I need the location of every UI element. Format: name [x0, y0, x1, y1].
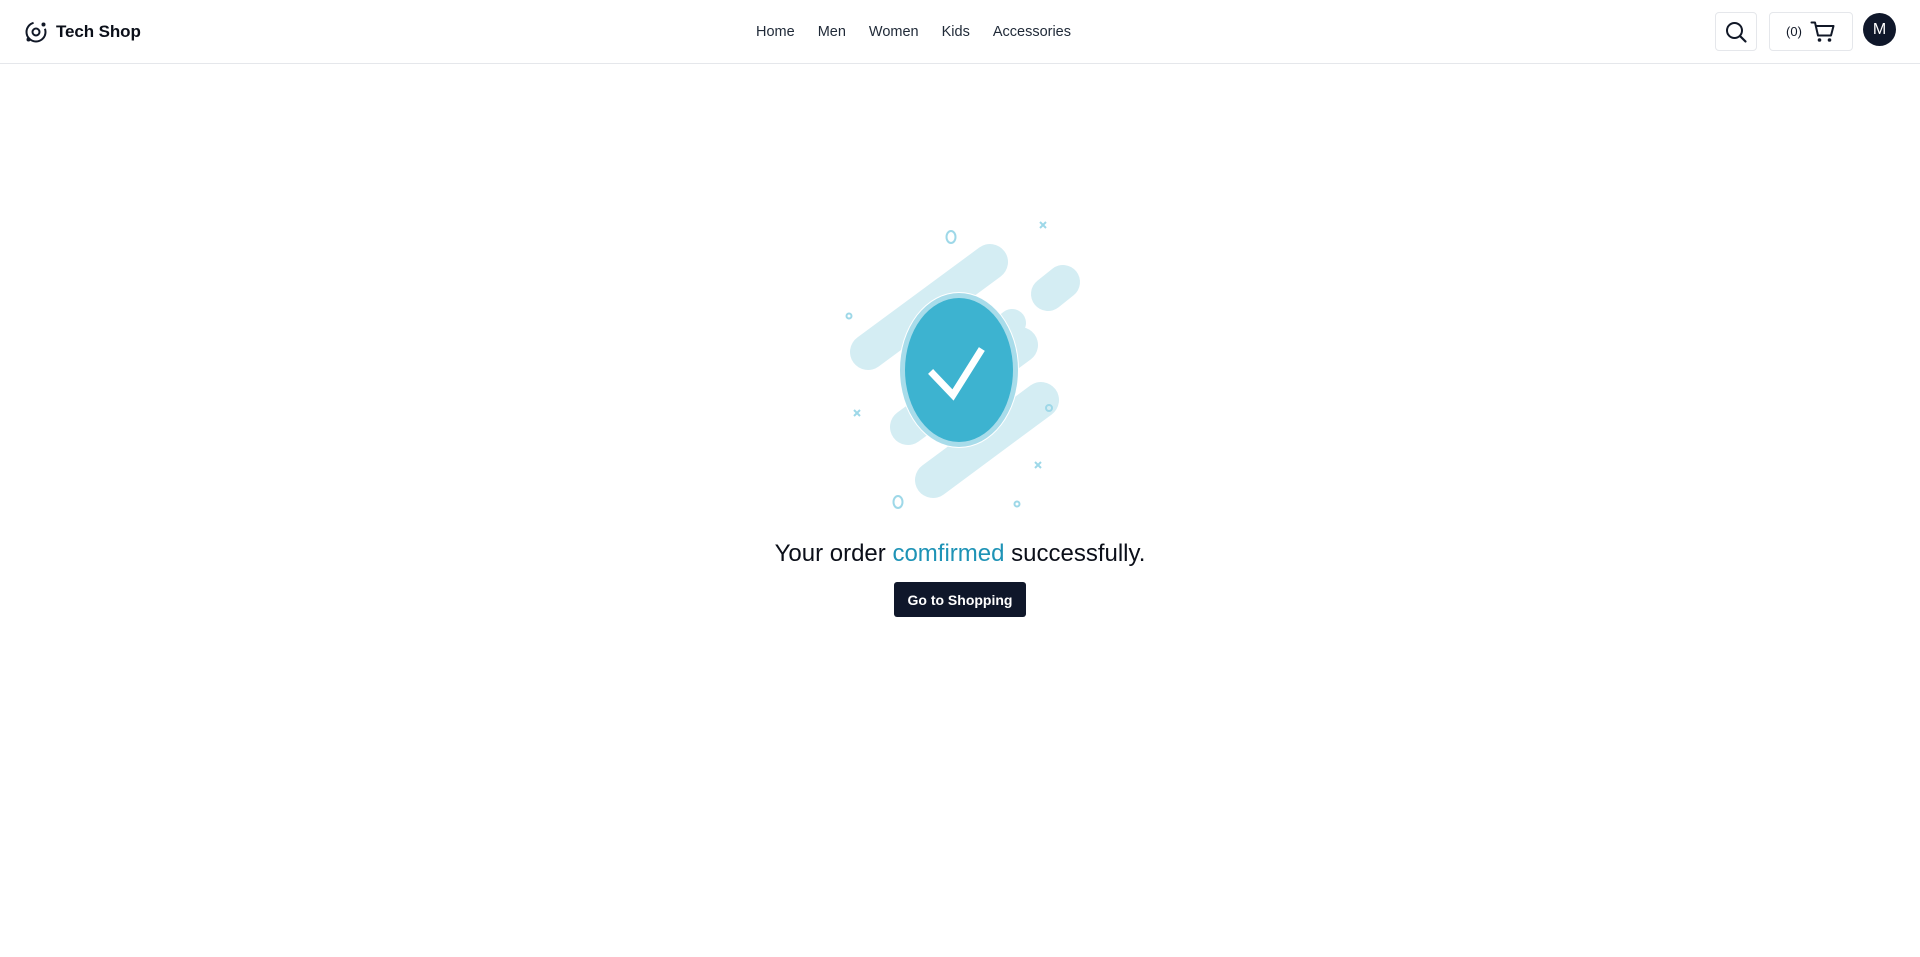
message-accent: comfirmed	[892, 540, 1005, 567]
message-prefix: Your order	[774, 540, 886, 567]
brand-name: Tech Shop	[56, 22, 141, 41]
nav-accessories[interactable]: Accessories	[993, 24, 1071, 40]
nav-kids[interactable]: Kids	[942, 24, 970, 40]
check-badge-icon	[899, 292, 1019, 448]
main-nav: Home Men Women Kids Accessories	[756, 19, 1071, 45]
order-confirmation-message: Your order comfirmed successfully.	[0, 536, 1920, 572]
site-header: Tech Shop Home Men Women Kids Accessorie…	[0, 0, 1920, 64]
search-button[interactable]	[1715, 12, 1757, 51]
user-avatar[interactable]: M	[1863, 13, 1896, 46]
nav-women[interactable]: Women	[869, 24, 919, 40]
go-to-shopping-button[interactable]: Go to Shopping	[894, 582, 1026, 617]
nav-home[interactable]: Home	[756, 24, 795, 40]
cart-count: (0)	[1786, 24, 1802, 39]
brand-logo[interactable]: Tech Shop	[24, 20, 141, 44]
cart-button[interactable]: (0)	[1769, 12, 1853, 51]
nav-men[interactable]: Men	[818, 24, 846, 40]
message-suffix: successfully.	[1011, 540, 1146, 567]
cart-icon	[1810, 21, 1835, 42]
order-success-illustration	[845, 221, 1080, 509]
brand-logo-icon	[25, 21, 47, 43]
search-icon	[1726, 21, 1747, 43]
